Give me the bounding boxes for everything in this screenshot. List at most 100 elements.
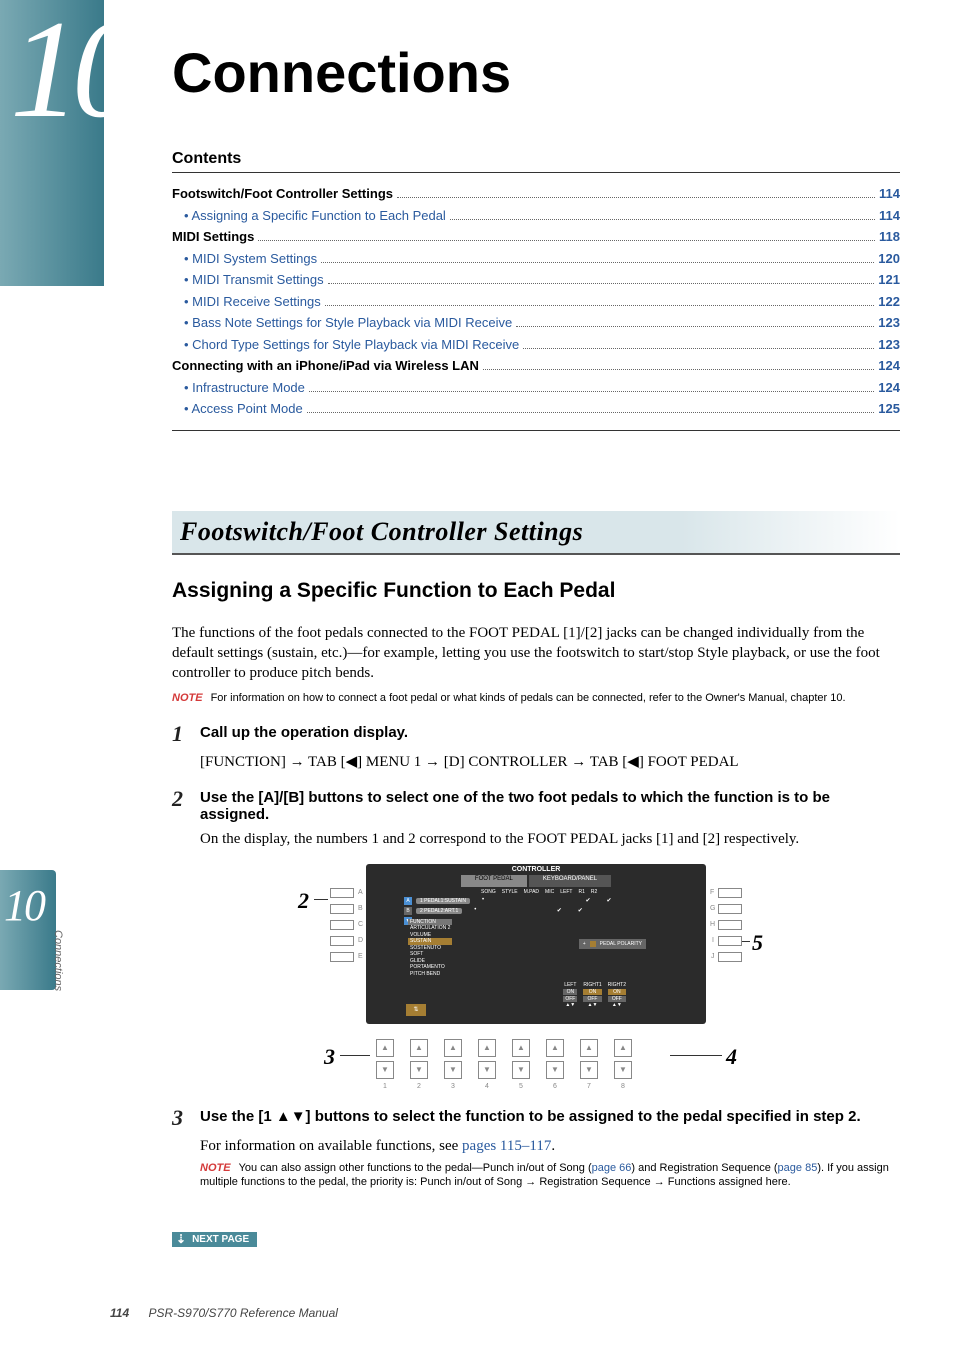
step-1: 1 Call up the operation display.	[172, 722, 900, 746]
toc-row[interactable]: • MIDI Transmit Settings121	[172, 269, 900, 291]
button-column: ▲▼8	[614, 1039, 632, 1090]
toc-dots	[307, 412, 875, 413]
button-number: 1	[383, 1083, 387, 1090]
step-3-title: Use the [1 ▲▼] buttons to select the fun…	[200, 1106, 900, 1130]
chapter-number: 10	[10, 0, 134, 140]
note-text: For information on how to connect a foot…	[211, 692, 846, 704]
intro-paragraph: The functions of the foot pedals connect…	[172, 623, 900, 684]
callout-4: 4	[726, 1044, 737, 1070]
toc-row[interactable]: • Access Point Mode 125	[172, 398, 900, 420]
toc-label: • Infrastructure Mode	[184, 378, 305, 398]
callout-2: 2	[298, 888, 309, 914]
kb-a: A	[404, 897, 412, 905]
button-column: ▲▼7	[580, 1039, 598, 1090]
note-pre: You can also assign other functions to t…	[239, 1162, 592, 1174]
col-r2: R2	[591, 889, 597, 895]
col-style: STYLE	[502, 889, 518, 895]
toc-row[interactable]: • MIDI System Settings120	[172, 248, 900, 270]
col-left: LEFT	[560, 889, 572, 895]
contents-heading: Contents	[172, 150, 900, 173]
ext-button-j	[718, 952, 742, 962]
toc-row[interactable]: Footswitch/Foot Controller Settings114	[172, 183, 900, 205]
callout-5: 5	[752, 930, 763, 956]
next-page-tag: ⇣ NEXT PAGE	[172, 1230, 900, 1248]
callout-5-line	[742, 941, 750, 942]
col-mpad: M.PAD	[524, 889, 539, 895]
col-mic: MIC	[545, 889, 554, 895]
callout-3-line	[340, 1055, 370, 1056]
controller-diagram: A B C D E F G H I J CONTROLLER FOOT PEDA	[326, 864, 746, 1090]
toc-row[interactable]: MIDI Settings118	[172, 226, 900, 248]
button-column: ▲▼3	[444, 1039, 462, 1090]
side-tab-number: 10	[4, 880, 44, 931]
toc-page: 125	[878, 399, 900, 419]
button-number: 3	[451, 1083, 455, 1090]
left-right-toggle: LEFTONOFF▲▼ RIGHT1ONOFF▲▼ RIGHT2ONOFF▲▼	[563, 982, 626, 1008]
page-85-link[interactable]: page 85	[778, 1162, 818, 1174]
panel-header: CONTROLLER	[366, 864, 706, 875]
tab-foot-pedal: FOOT PEDAL	[461, 875, 527, 887]
ext-button-h	[718, 920, 742, 930]
toc-label: • Access Point Mode	[184, 399, 303, 419]
next-page-label: NEXT PAGE	[192, 1234, 249, 1245]
toc-row[interactable]: • Assigning a Specific Function to Each …	[172, 205, 900, 227]
pages-link[interactable]: pages 115–117	[462, 1138, 551, 1154]
up-button: ▲	[376, 1039, 394, 1057]
toc-label: Footswitch/Foot Controller Settings	[172, 184, 393, 204]
next-page-box[interactable]: ⇣ NEXT PAGE	[172, 1232, 257, 1247]
ext-label-c: C	[358, 921, 363, 928]
up-button: ▲	[478, 1039, 496, 1057]
toc-dots	[523, 348, 874, 349]
down-button: ▼	[444, 1061, 462, 1079]
subsection-title: Assigning a Specific Function to Each Pe…	[172, 579, 900, 603]
down-button: ▼	[580, 1061, 598, 1079]
note-mid: ) and Registration Sequence (	[631, 1162, 777, 1174]
bottom-button-row: ▲▼1▲▼2▲▼3▲▼4▲▼5▲▼6▲▼7▲▼8	[376, 1039, 632, 1090]
ext-label-b: B	[358, 905, 363, 912]
ext-button-a	[330, 888, 354, 898]
ext-button-d	[330, 936, 354, 946]
up-button: ▲	[546, 1039, 564, 1057]
toc-row[interactable]: • Chord Type Settings for Style Playback…	[172, 334, 900, 356]
toc-bottom-rule	[172, 430, 900, 431]
toc-page: 123	[878, 313, 900, 333]
toc-page: 123	[878, 335, 900, 355]
ext-label-j: J	[711, 953, 715, 960]
step-3-sub-pre: For information on available functions, …	[200, 1138, 462, 1154]
toc-dots	[258, 240, 875, 241]
step-2: 2 Use the [A]/[B] buttons to select one …	[172, 787, 900, 823]
panel-tabs: FOOT PEDAL KEYBOARD/PANEL	[366, 875, 706, 887]
toc-dots	[516, 326, 874, 327]
controller-panel: CONTROLLER FOOT PEDAL KEYBOARD/PANEL SON…	[366, 864, 706, 1024]
pedal1-label: 1 PEDAL1:SUSTAIN	[416, 898, 470, 904]
function-list: FUNCTION ARTICULATION 2 VOLUME SUSTAIN S…	[408, 919, 452, 978]
chevron-down-icon: ⇣	[176, 1236, 186, 1243]
diagram-wrapper: A B C D E F G H I J CONTROLLER FOOT PEDA	[172, 864, 900, 1090]
step-2-sub: On the display, the numbers 1 and 2 corr…	[172, 831, 900, 848]
toc-label: MIDI Settings	[172, 227, 254, 247]
on-label: ON	[608, 989, 626, 995]
step-1-nav: [FUNCTION] → TAB [◀] MENU 1 → [D] CONTRO…	[172, 752, 900, 771]
ext-button-g	[718, 904, 742, 914]
func-item: PITCH BEND	[408, 971, 452, 978]
toc-row[interactable]: Connecting with an iPhone/iPad via Wirel…	[172, 355, 900, 377]
toc-row[interactable]: • Bass Note Settings for Style Playback …	[172, 312, 900, 334]
lrr-r2: RIGHT2	[608, 982, 626, 988]
page-footer: 114 PSR-S970/S770 Reference Manual	[110, 1306, 338, 1320]
step-3-sub-post: .	[551, 1138, 555, 1154]
step-1-title: Call up the operation display.	[200, 722, 900, 746]
on-label: ON	[583, 989, 601, 995]
ext-button-c	[330, 920, 354, 930]
toc-row[interactable]: • Infrastructure Mode124	[172, 377, 900, 399]
orange-arrow-strip: ⇅	[406, 1004, 426, 1016]
step-3-note: NOTEYou can also assign other functions …	[172, 1161, 900, 1190]
ext-label-f: F	[710, 889, 714, 896]
ext-label-d: D	[358, 937, 363, 944]
button-column: ▲▼4	[478, 1039, 496, 1090]
table-of-contents: Footswitch/Foot Controller Settings114• …	[172, 183, 900, 420]
page-number: 114	[110, 1306, 129, 1320]
up-button: ▲	[410, 1039, 428, 1057]
page-66-link[interactable]: page 66	[592, 1162, 632, 1174]
button-column: ▲▼6	[546, 1039, 564, 1090]
toc-row[interactable]: • MIDI Receive Settings122	[172, 291, 900, 313]
